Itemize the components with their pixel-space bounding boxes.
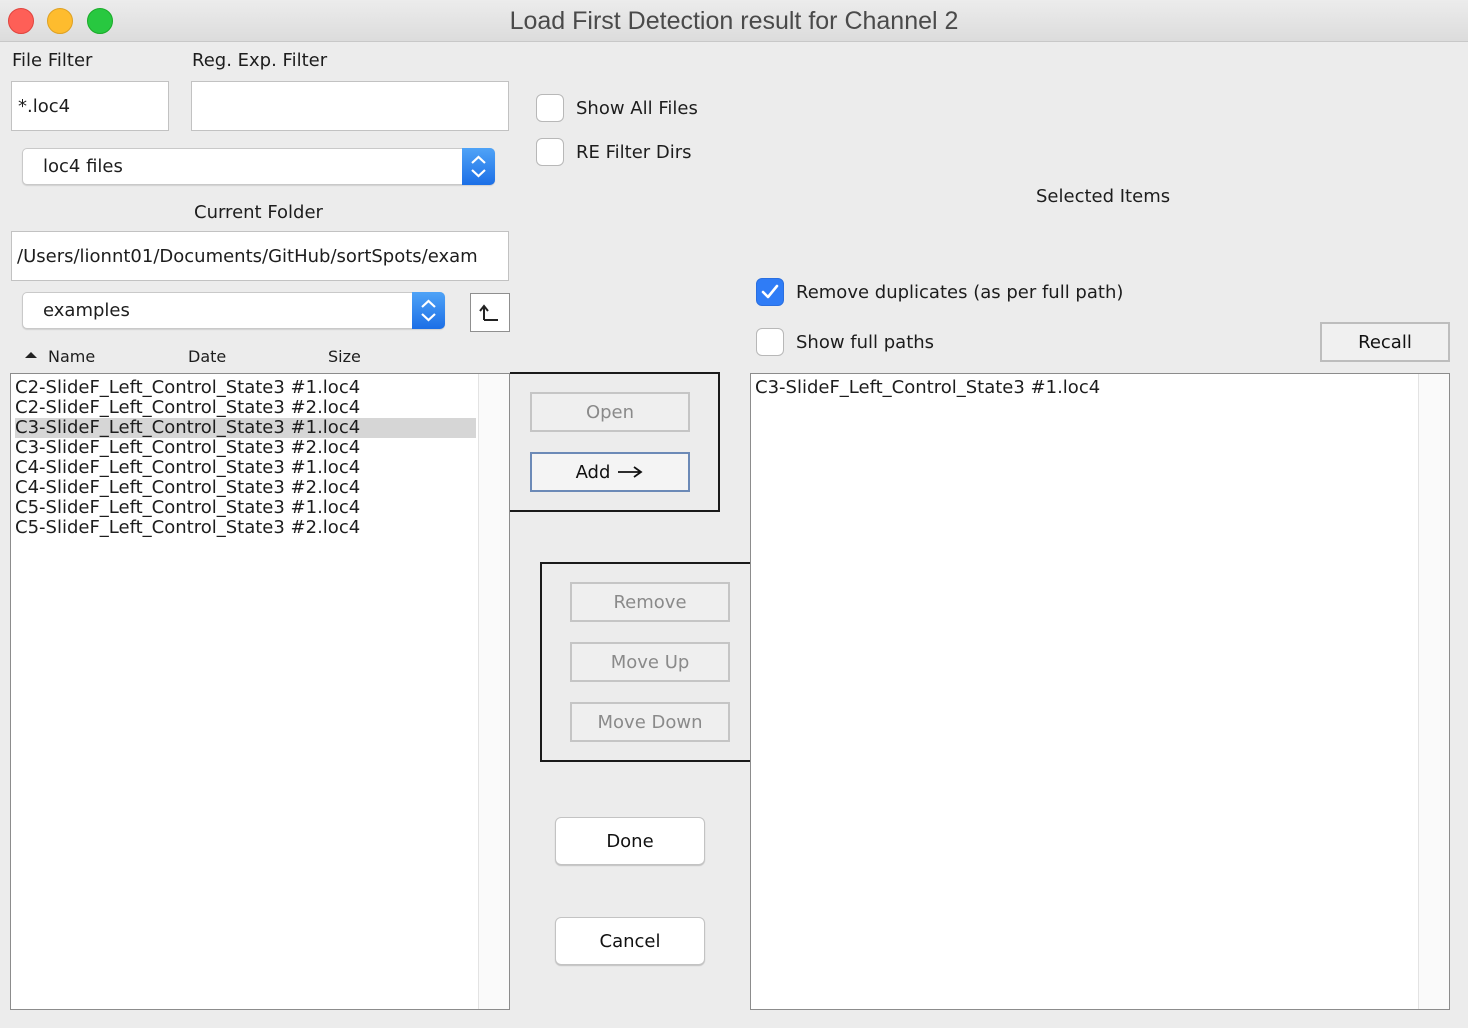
sort-ascending-icon [25, 352, 37, 358]
current-folder-path[interactable]: /Users/lionnt01/Documents/GitHub/sortSpo… [11, 231, 509, 281]
file-filter-label: File Filter [12, 50, 93, 71]
selected-list-item[interactable]: C3-SlideF_Left_Control_State3 #1.loc4 [755, 378, 1100, 398]
selected-items-list[interactable]: C3-SlideF_Left_Control_State3 #1.loc4 [750, 373, 1450, 1010]
file-list-item[interactable]: C3-SlideF_Left_Control_State3 #1.loc4 [15, 418, 476, 438]
show-all-files-label: Show All Files [576, 98, 698, 119]
show-full-paths-label: Show full paths [796, 332, 935, 353]
file-list-item[interactable]: C4-SlideF_Left_Control_State3 #1.loc4 [15, 458, 476, 478]
re-filter-dirs-checkbox[interactable] [536, 138, 564, 166]
regex-filter-label: Reg. Exp. Filter [192, 50, 328, 71]
chevron-up-down-icon [462, 148, 495, 185]
file-list-item[interactable]: C2-SlideF_Left_Control_State3 #2.loc4 [15, 398, 476, 418]
folder-select[interactable]: examples [22, 292, 445, 329]
file-list-scrollbar[interactable] [478, 374, 509, 1009]
re-filter-dirs-label: RE Filter Dirs [576, 142, 692, 163]
file-type-value: loc4 files [43, 156, 123, 177]
done-button[interactable]: Done [555, 817, 705, 865]
regex-filter-input[interactable] [191, 81, 509, 131]
chevron-up-down-icon [412, 292, 445, 329]
add-button-label: Add [575, 461, 611, 483]
recall-button[interactable]: Recall [1320, 322, 1450, 362]
file-type-select[interactable]: loc4 files [22, 148, 495, 185]
show-full-paths-checkbox[interactable] [756, 328, 784, 356]
file-list-item[interactable]: C4-SlideF_Left_Control_State3 #2.loc4 [15, 478, 476, 498]
move-down-button[interactable]: Move Down [570, 702, 730, 742]
column-header-name[interactable]: Name [48, 347, 95, 366]
file-list-item[interactable]: C2-SlideF_Left_Control_State3 #1.loc4 [15, 378, 476, 398]
current-folder-label: Current Folder [194, 202, 323, 223]
remove-button[interactable]: Remove [570, 582, 730, 622]
file-filter-input[interactable]: *.loc4 [11, 81, 169, 131]
checkmark-icon [761, 284, 779, 299]
file-list-item[interactable]: C5-SlideF_Left_Control_State3 #1.loc4 [15, 498, 476, 518]
folder-up-icon [479, 304, 498, 321]
open-button[interactable]: Open [530, 392, 690, 432]
remove-duplicates-checkbox[interactable] [756, 278, 784, 306]
folder-select-value: examples [43, 300, 130, 321]
window-title: Load First Detection result for Channel … [509, 7, 959, 35]
parent-folder-button[interactable] [470, 293, 510, 332]
cancel-button[interactable]: Cancel [555, 917, 705, 965]
selected-list-scrollbar[interactable] [1418, 374, 1449, 1009]
column-header-date[interactable]: Date [188, 347, 226, 366]
add-button[interactable]: Add [530, 452, 690, 492]
selected-items-label: Selected Items [1036, 186, 1171, 207]
show-all-files-checkbox[interactable] [536, 94, 564, 122]
arrow-right-icon [618, 466, 643, 478]
remove-duplicates-label: Remove duplicates (as per full path) [796, 282, 1124, 303]
file-list-item[interactable]: C3-SlideF_Left_Control_State3 #2.loc4 [15, 438, 476, 458]
column-header-size[interactable]: Size [328, 347, 361, 366]
move-up-button[interactable]: Move Up [570, 642, 730, 682]
file-list-item[interactable]: C5-SlideF_Left_Control_State3 #2.loc4 [15, 518, 476, 538]
file-list[interactable]: C2-SlideF_Left_Control_State3 #1.loc4 C2-… [10, 373, 510, 1010]
